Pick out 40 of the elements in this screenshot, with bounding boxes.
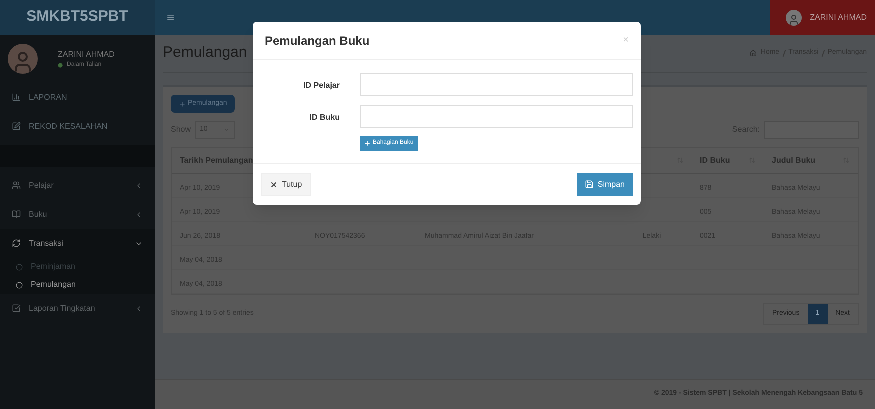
chart-icon — [12, 93, 21, 102]
plus-icon — [179, 100, 186, 108]
save-button[interactable]: Simpan — [576, 173, 633, 196]
status-dot-icon — [58, 62, 63, 68]
app-logo: SMKBT5SPBT — [0, 0, 155, 35]
sidebar-item[interactable]: LAPORAN — [0, 83, 155, 112]
sidebar-item[interactable]: Transaksi — [0, 229, 155, 258]
user-menu[interactable]: ZARINI AHMAD — [770, 0, 875, 35]
caret-icon — [135, 210, 143, 218]
user-name: ZARINI AHMAD — [810, 12, 867, 24]
sidebar-item[interactable]: Pelajar — [0, 171, 155, 200]
refresh-icon — [12, 239, 21, 248]
submenu-item[interactable]: Pemulangan — [0, 276, 155, 294]
book-icon — [12, 210, 21, 219]
users-icon — [12, 181, 21, 190]
sidebar-item[interactable]: Laporan Tingkatan — [0, 294, 155, 323]
save-icon — [584, 180, 594, 189]
edit-icon — [12, 122, 21, 131]
sidebar-item[interactable]: Buku — [0, 200, 155, 229]
caret-icon — [135, 182, 143, 190]
modal-title: Pemulangan Buku — [265, 32, 370, 50]
avatar-icon — [786, 10, 802, 26]
caret-icon — [135, 304, 143, 312]
plus-icon — [364, 140, 371, 147]
home-icon — [750, 50, 757, 57]
text-field[interactable] — [360, 104, 633, 128]
text-field[interactable] — [360, 72, 633, 96]
circle-icon — [16, 282, 23, 288]
close-button[interactable]: Tutup — [261, 173, 312, 196]
menu-toggle[interactable]: ≡ — [167, 8, 175, 28]
page-title: Pemulangan — [163, 43, 248, 64]
field-label: ID Pelajar — [304, 81, 340, 90]
checkbox-icon — [12, 304, 21, 313]
sidebar-item[interactable]: REKOD KESALAHAN — [0, 112, 155, 141]
close-button[interactable]: × — [623, 33, 629, 48]
circle-icon — [16, 264, 23, 270]
field-label: ID Buku — [310, 113, 340, 122]
avatar-icon — [8, 44, 38, 74]
user-name: ZARINI AHMAD — [57, 48, 115, 60]
close-icon — [270, 180, 278, 188]
